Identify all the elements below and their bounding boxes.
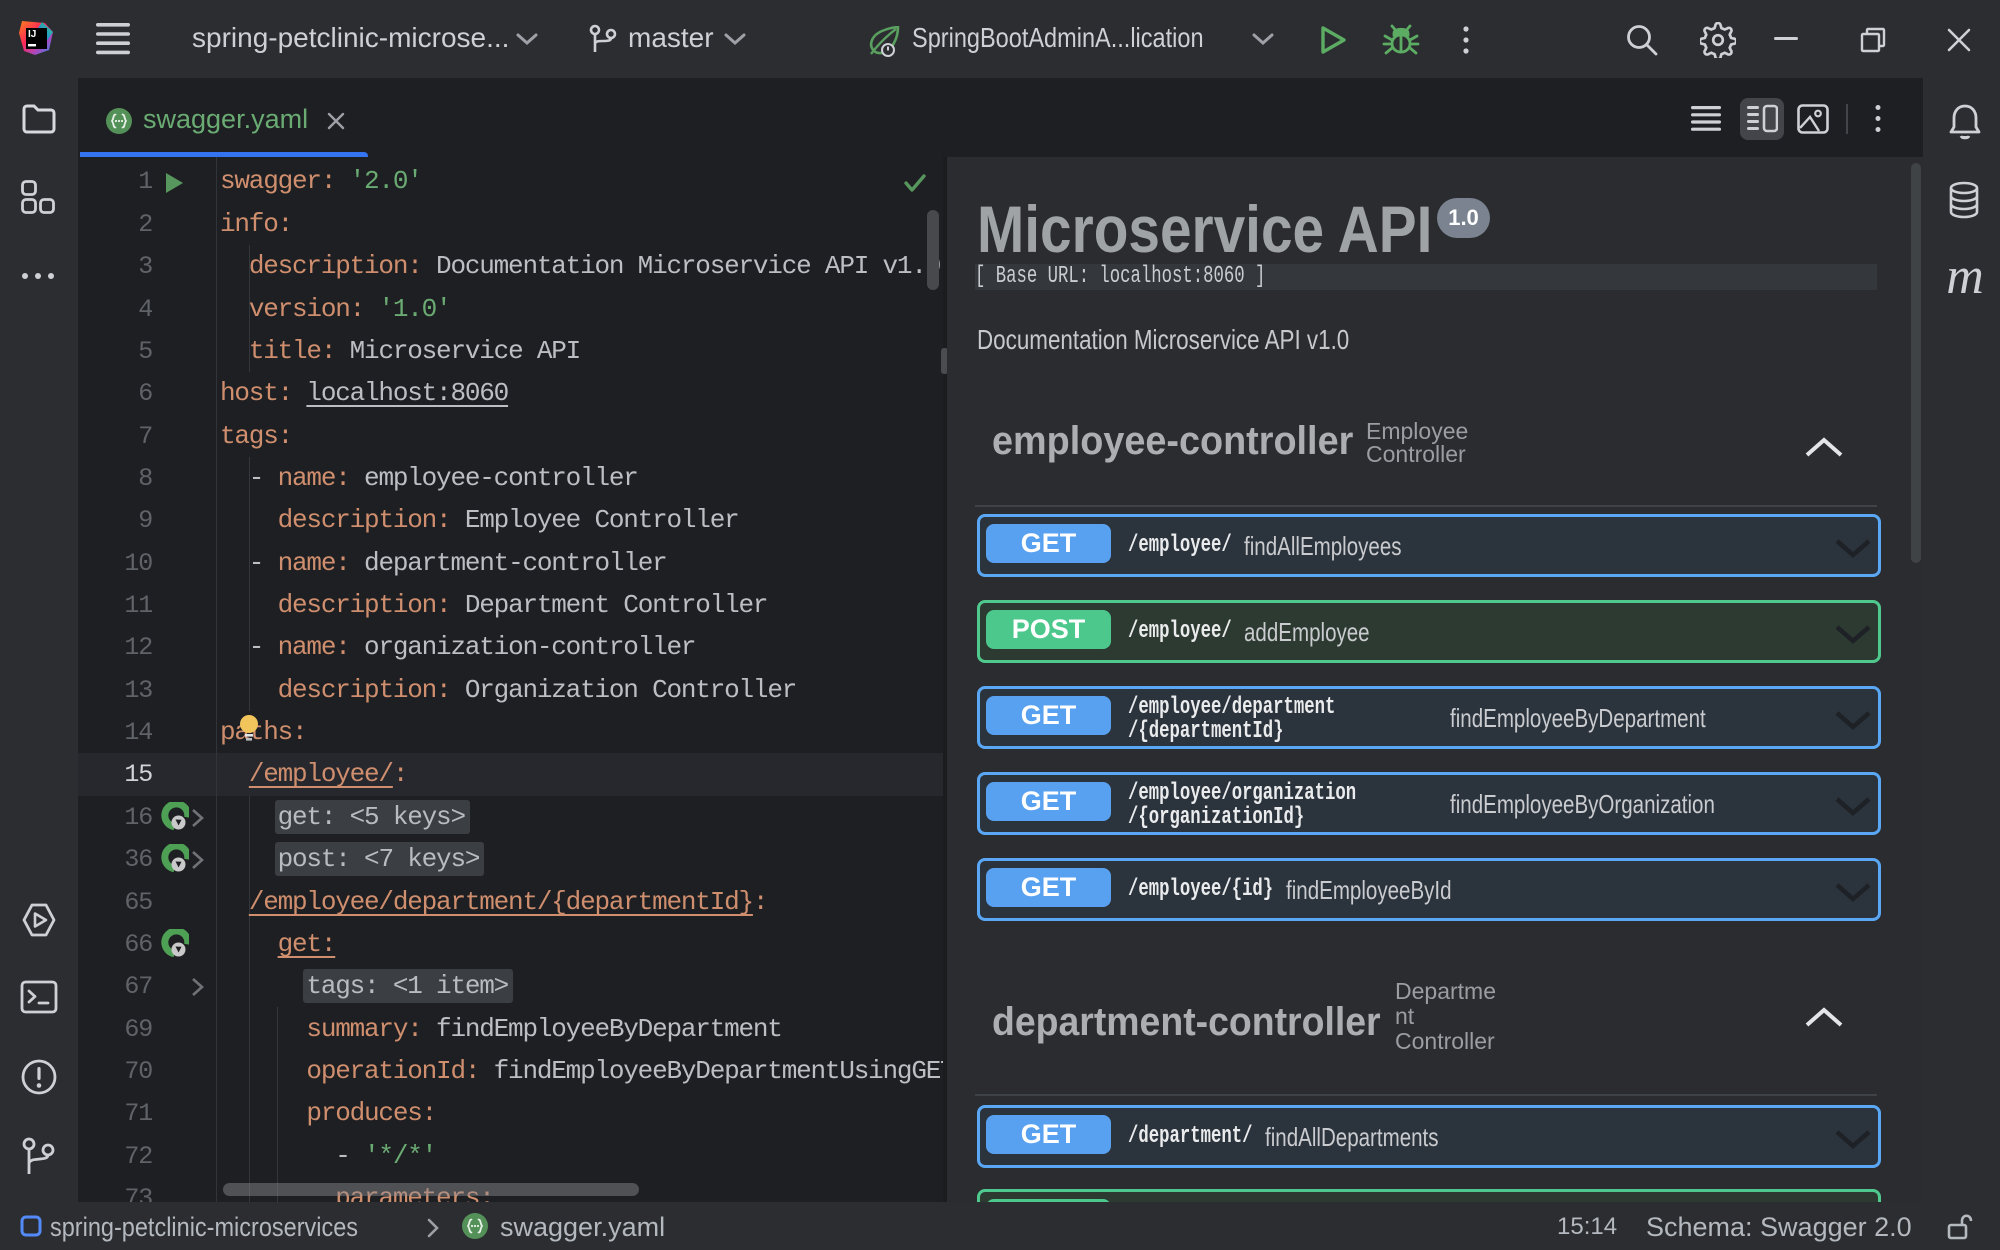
svg-text:IJ: IJ: [28, 29, 36, 40]
